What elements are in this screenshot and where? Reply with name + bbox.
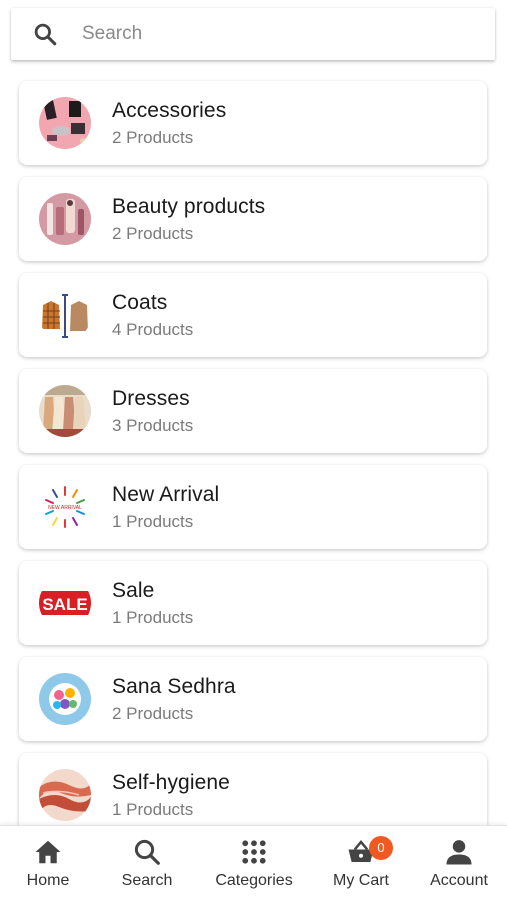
category-name: Accessories [112, 98, 227, 122]
accessories-thumbnail [39, 97, 91, 149]
nav-categories[interactable]: Categories [210, 826, 298, 900]
category-item-beauty-products[interactable]: Beauty products 2 Products [19, 177, 487, 261]
category-item-sana-sedhra[interactable]: Sana Sedhra 2 Products [19, 657, 487, 741]
sale-logo-text: SALE [42, 595, 87, 614]
nav-account-label: Account [430, 872, 488, 889]
category-name: Sale [112, 578, 155, 602]
category-count: 1 Products [112, 607, 194, 627]
self-hygiene-thumbnail [39, 769, 91, 821]
cart-count-badge: 0 [369, 836, 393, 860]
nav-home[interactable]: Home [24, 826, 72, 900]
category-count: 1 Products [112, 511, 194, 531]
category-name: Beauty products [112, 194, 266, 218]
category-count: 2 Products [112, 703, 194, 723]
category-list: Accessories 2 Products Beauty products 2… [19, 81, 487, 849]
category-name: Dresses [112, 386, 190, 410]
bottom-navigation: Home Search Categories 0 My Cart Account [0, 825, 507, 900]
new-arrival-thumbnail: NEW ARRIVAL [39, 481, 91, 533]
category-count: 4 Products [112, 319, 194, 339]
category-item-coats[interactable]: Coats 4 Products [19, 273, 487, 357]
nav-my-cart[interactable]: 0 My Cart [329, 826, 393, 900]
category-count: 3 Products [112, 415, 194, 435]
home-icon [35, 840, 61, 864]
coats-thumbnail [39, 289, 91, 341]
nav-categories-label: Categories [215, 872, 293, 889]
new-arrival-logo-text: NEW ARRIVAL [48, 505, 82, 511]
categories-screen: Accessories 2 Products Beauty products 2… [0, 0, 507, 900]
category-item-dresses[interactable]: Dresses 3 Products [19, 369, 487, 453]
account-icon [446, 840, 472, 865]
category-item-new-arrival[interactable]: NEW ARRIVAL New Arrival 1 Products [19, 465, 487, 549]
category-name: Coats [112, 290, 168, 314]
category-name: Self-hygiene [112, 770, 230, 794]
search-bar[interactable] [11, 8, 495, 60]
category-count: 2 Products [112, 127, 194, 147]
category-name: Sana Sedhra [112, 674, 236, 698]
beauty-products-thumbnail [39, 193, 91, 245]
sale-thumbnail: SALE [39, 577, 91, 629]
category-count: 1 Products [112, 799, 194, 819]
category-item-sale[interactable]: SALE Sale 1 Products [19, 561, 487, 645]
nav-search-label: Search [121, 872, 173, 889]
category-item-accessories[interactable]: Accessories 2 Products [19, 81, 487, 165]
category-count: 2 Products [112, 223, 194, 243]
search-icon [134, 839, 160, 865]
category-name: New Arrival [112, 482, 220, 506]
grid-icon [242, 840, 266, 864]
nav-home-label: Home [26, 872, 70, 889]
sana-sedhra-thumbnail [39, 673, 91, 725]
nav-my-cart-label: My Cart [333, 872, 389, 889]
dresses-thumbnail [39, 385, 91, 437]
search-icon [34, 23, 57, 46]
nav-account[interactable]: Account [425, 826, 493, 900]
nav-search[interactable]: Search [119, 826, 175, 900]
search-input[interactable] [82, 23, 442, 45]
